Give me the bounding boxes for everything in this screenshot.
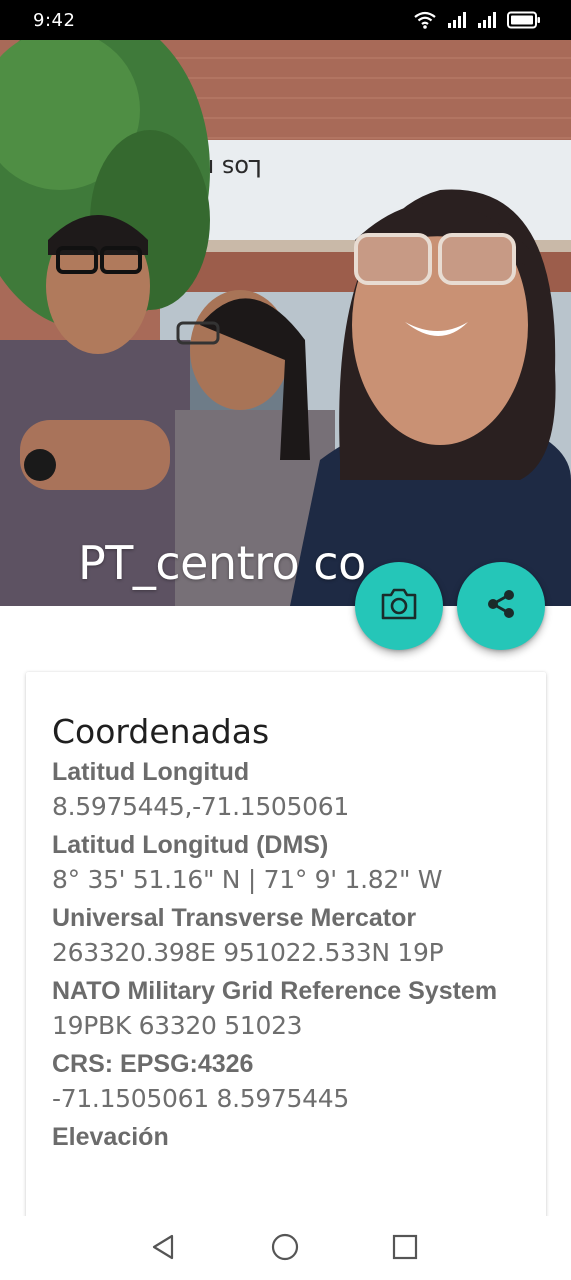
share-button[interactable] [457,562,545,650]
coord-label: CRS: EPSG:4326 [52,1050,254,1078]
status-icons [413,10,541,30]
battery-icon [507,11,541,29]
coord-value: -71.1505061 8.5975445 [52,1084,349,1113]
back-button[interactable] [146,1232,180,1266]
signal-icon [447,11,467,29]
group-selfie-photo: Los m [0,40,571,606]
recents-button[interactable] [388,1232,422,1266]
back-icon [150,1233,176,1265]
home-button[interactable] [268,1232,302,1266]
status-bar: 9:42 [0,0,571,40]
coord-value: 19PBK 63320 51023 [52,1011,303,1040]
coord-label: Universal Transverse Mercator [52,904,417,932]
coordinates-card: Coordenadas Latitud Longitud 8.5975445,-… [26,672,546,1232]
header-title: PT_centro co... [78,536,408,590]
wifi-icon [413,10,437,30]
signal-icon [477,11,497,29]
recents-icon [391,1233,419,1265]
coord-value: 263320.398E 951022.533N 19P [52,938,444,967]
coord-label: Latitud Longitud (DMS) [52,831,329,859]
coord-value: 8° 35' 51.16" N | 71° 9' 1.82" W [52,865,443,894]
coord-value: 8.5975445,-71.1505061 [52,792,349,821]
status-time: 9:42 [33,9,76,31]
system-nav-bar [0,1216,571,1280]
header-photo: Los m PT_centro co... [0,40,571,606]
home-icon [270,1232,300,1266]
camera-icon [379,587,419,625]
coord-label: Latitud Longitud [52,758,250,786]
share-icon [484,587,518,625]
card-title: Coordenadas [52,712,270,751]
coord-label: NATO Military Grid Reference System [52,977,498,1005]
camera-button[interactable] [355,562,443,650]
coord-label: Elevación [52,1123,169,1151]
